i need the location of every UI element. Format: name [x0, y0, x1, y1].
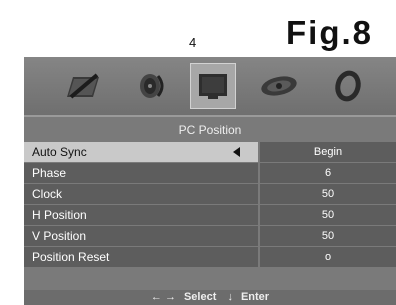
menu-row-value[interactable]: 50: [260, 226, 396, 246]
menu-row-value[interactable]: 50: [260, 184, 396, 204]
menu-row-label: Auto Sync: [24, 142, 258, 162]
option-icon[interactable]: [325, 63, 371, 109]
menu-row-label: Phase: [24, 163, 258, 183]
menu-row-value[interactable]: 50: [260, 205, 396, 225]
menu-title: PC Position: [178, 123, 242, 137]
page-number: 4: [189, 35, 197, 50]
left-right-arrow-icon: ← →: [150, 291, 176, 303]
figure-label: Fig.8: [286, 14, 374, 51]
footer-enter-label: Enter: [240, 291, 270, 303]
menu-row-clock[interactable]: Clock 50: [24, 184, 396, 204]
footer-hint: ← → Select ↓ Enter: [24, 290, 396, 305]
menu-icon-bar: [24, 57, 396, 115]
picture-icon[interactable]: [60, 63, 106, 109]
menu-row-phase[interactable]: Phase 6: [24, 163, 396, 183]
menu-row-h-position[interactable]: H Position 50: [24, 205, 396, 225]
menu-row-label: Position Reset: [24, 247, 258, 267]
osd-menu: PC Position Auto Sync Begin Phase 6 Cloc…: [24, 57, 396, 305]
arrow-left-icon[interactable]: [233, 147, 240, 157]
menu-row-label: H Position: [24, 205, 258, 225]
sound-icon[interactable]: [128, 63, 174, 109]
menu-row-value[interactable]: Begin: [260, 142, 396, 162]
menu-row-value[interactable]: 6: [260, 163, 396, 183]
menu-row-value[interactable]: ο: [260, 247, 396, 267]
menu-row-label: Clock: [24, 184, 258, 204]
footer-select-label: Select: [183, 291, 217, 303]
menu-list: Auto Sync Begin Phase 6 Clock 50 H Posit…: [24, 142, 396, 268]
menu-row-auto-sync[interactable]: Auto Sync Begin: [24, 142, 396, 162]
menu-row-v-position[interactable]: V Position 50: [24, 226, 396, 246]
down-arrow-icon: ↓: [227, 291, 233, 303]
setup-icon[interactable]: [256, 63, 302, 109]
pc-position-icon[interactable]: [190, 63, 236, 109]
menu-divider: [24, 115, 396, 117]
menu-row-position-reset[interactable]: Position Reset ο: [24, 247, 396, 267]
menu-row-label: V Position: [24, 226, 258, 246]
